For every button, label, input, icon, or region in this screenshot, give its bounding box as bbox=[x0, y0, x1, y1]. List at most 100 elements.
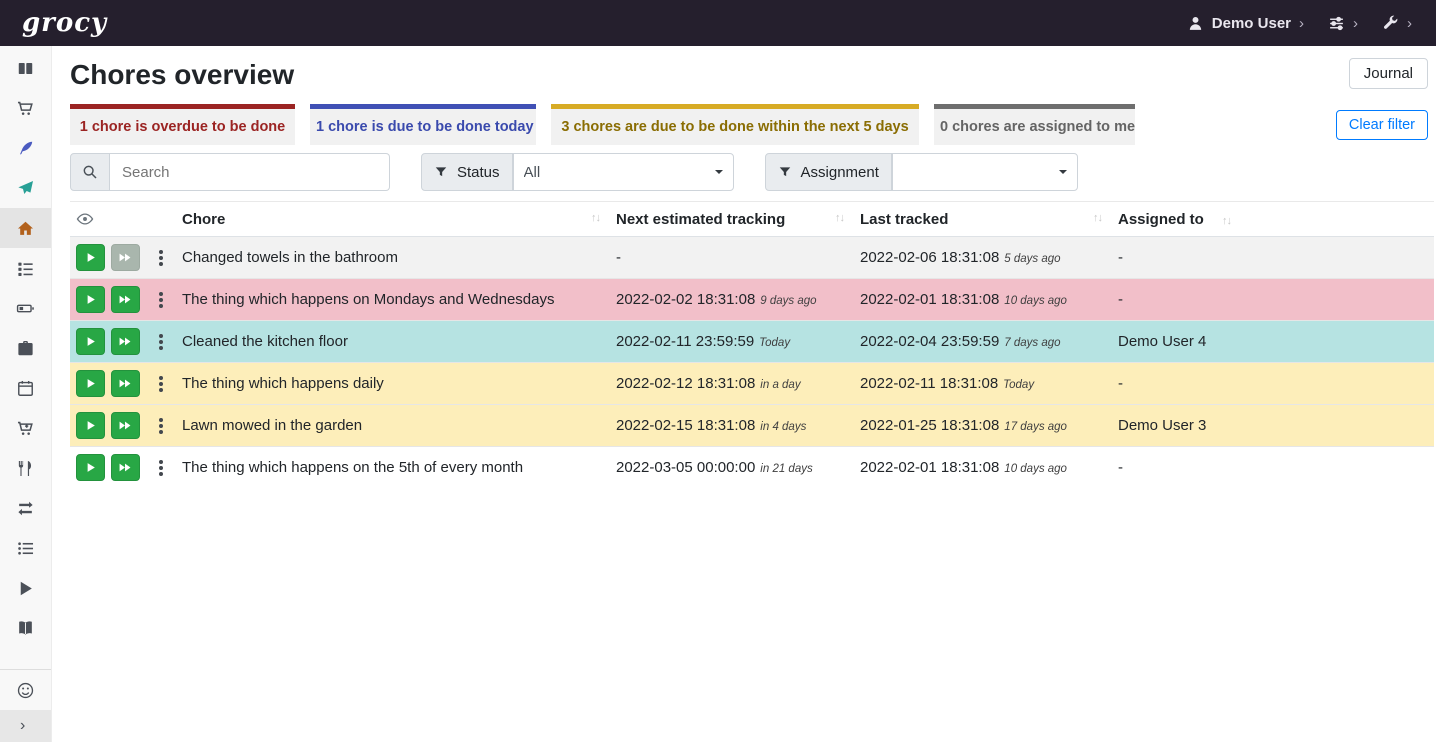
ellipsis-vertical-icon bbox=[159, 298, 163, 302]
track-chore-button[interactable] bbox=[76, 370, 105, 397]
assignment-filter-label: Assignment bbox=[801, 164, 879, 181]
table-row: Cleaned the kitchen floor 2022-02-11 23:… bbox=[70, 321, 1434, 363]
clear-filter-button[interactable]: Clear filter bbox=[1336, 110, 1428, 140]
row-menu-button[interactable] bbox=[153, 412, 170, 439]
summary-card-text: 1 chore is overdue to be done bbox=[80, 119, 285, 135]
track-chore-button[interactable] bbox=[76, 454, 105, 481]
last-tracked-timeago: 5 days ago bbox=[1004, 253, 1060, 265]
sort-icon: ↑↓ bbox=[1093, 212, 1102, 224]
sort-header-next-tracking[interactable]: Next estimated tracking ↑↓ bbox=[610, 202, 854, 237]
row-menu-button[interactable] bbox=[153, 370, 170, 397]
assigned-user: - bbox=[1118, 291, 1123, 308]
sidebar-item-stock-overview[interactable] bbox=[0, 48, 51, 88]
assigned-user: - bbox=[1118, 249, 1123, 266]
status-filter-label: Status bbox=[457, 164, 500, 181]
sidebar-item-transfer[interactable] bbox=[0, 488, 51, 528]
sort-icon: ↑↓ bbox=[835, 212, 844, 224]
next-tracking-timeago: 9 days ago bbox=[760, 295, 816, 307]
summary-card[interactable]: 3 chores are due to be done within the n… bbox=[551, 104, 919, 145]
chevron-right-icon: › bbox=[1353, 15, 1358, 32]
ellipsis-vertical-icon bbox=[159, 466, 163, 470]
summary-card[interactable]: 1 chore is overdue to be done bbox=[70, 104, 295, 145]
table-row: The thing which happens daily 2022-02-12… bbox=[70, 363, 1434, 405]
sidebar-item-chore-tracking[interactable] bbox=[0, 568, 51, 608]
sidebar-item-chores-overview[interactable] bbox=[0, 208, 51, 248]
chore-name: The thing which happens on Mondays and W… bbox=[182, 291, 554, 308]
chore-name: Lawn mowed in the garden bbox=[182, 417, 362, 434]
row-menu-button[interactable] bbox=[153, 454, 170, 481]
sort-header-assigned-to[interactable]: Assigned to ↑↓ bbox=[1112, 202, 1434, 237]
sidebar-item-tasks[interactable] bbox=[0, 248, 51, 288]
next-tracking-datetime: 2022-02-02 18:31:08 bbox=[616, 291, 755, 308]
last-tracked-datetime: 2022-01-25 18:31:08 bbox=[860, 417, 999, 434]
paper-plane-icon bbox=[16, 179, 35, 198]
sidebar-item-purchase[interactable] bbox=[0, 408, 51, 448]
track-chore-button[interactable] bbox=[76, 286, 105, 313]
journal-button[interactable]: Journal bbox=[1349, 58, 1428, 89]
skip-chore-button[interactable] bbox=[111, 244, 140, 271]
next-tracking-timeago: Today bbox=[759, 337, 790, 349]
chores-table: Chore ↑↓ Next estimated tracking ↑↓ Last… bbox=[70, 201, 1434, 488]
table-row: The thing which happens on Mondays and W… bbox=[70, 279, 1434, 321]
sort-icon: ↑↓ bbox=[591, 212, 600, 224]
grocy-logo[interactable]: grocy bbox=[22, 8, 107, 38]
skip-chore-button[interactable] bbox=[111, 412, 140, 439]
last-tracked-timeago: Today bbox=[1003, 379, 1034, 391]
sidebar-item-shopping-list[interactable] bbox=[0, 88, 51, 128]
last-tracked-datetime: 2022-02-11 18:31:08 bbox=[860, 375, 998, 392]
sidebar-item-consume[interactable] bbox=[0, 448, 51, 488]
sort-header-last-tracked[interactable]: Last tracked ↑↓ bbox=[854, 202, 1112, 237]
search-input[interactable] bbox=[110, 153, 390, 191]
filter-funnel-icon bbox=[434, 165, 448, 179]
user-menu[interactable]: Demo User › bbox=[1187, 15, 1304, 32]
sort-header-chore[interactable]: Chore ↑↓ bbox=[176, 202, 610, 237]
assigned-user: - bbox=[1118, 459, 1123, 476]
sidebar-item-calendar[interactable] bbox=[0, 368, 51, 408]
sidebar-item-meal-plan[interactable] bbox=[0, 168, 51, 208]
last-tracked-datetime: 2022-02-04 23:59:59 bbox=[860, 333, 999, 350]
assignment-filter-select[interactable] bbox=[892, 153, 1078, 191]
skip-chore-button[interactable] bbox=[111, 454, 140, 481]
sidebar-item-battery-tracking[interactable] bbox=[0, 608, 51, 648]
sidebar-item-recipes[interactable] bbox=[0, 128, 51, 168]
sidebar-item-batteries-overview[interactable] bbox=[0, 288, 51, 328]
sort-icon: ↑↓ bbox=[1222, 215, 1231, 227]
summary-cards-row: 1 chore is overdue to be done 1 chore is… bbox=[70, 104, 1434, 145]
row-menu-button[interactable] bbox=[153, 286, 170, 313]
chevron-right-icon: › bbox=[1299, 15, 1304, 32]
header-label: Chore bbox=[182, 211, 225, 228]
table-row: The thing which happens on the 5th of ev… bbox=[70, 447, 1434, 489]
last-tracked-timeago: 10 days ago bbox=[1004, 463, 1067, 475]
sidebar-item-equipment[interactable] bbox=[0, 328, 51, 368]
summary-card[interactable]: 0 chores are assigned to me bbox=[934, 104, 1135, 145]
next-tracking-timeago: in 4 days bbox=[760, 421, 806, 433]
column-visibility-eye-icon[interactable] bbox=[76, 210, 170, 228]
page-title: Chores overview bbox=[70, 58, 294, 92]
sidebar-item-feedback[interactable] bbox=[0, 670, 51, 710]
next-tracking-datetime: - bbox=[616, 249, 621, 266]
summary-card-text: 1 chore is due to be done today bbox=[316, 119, 534, 135]
assigned-user: - bbox=[1118, 375, 1123, 392]
skip-chore-button[interactable] bbox=[111, 328, 140, 355]
row-menu-button[interactable] bbox=[153, 328, 170, 355]
next-tracking-datetime: 2022-02-15 18:31:08 bbox=[616, 417, 755, 434]
settings-menu[interactable]: › bbox=[1328, 15, 1358, 32]
chore-name: Cleaned the kitchen floor bbox=[182, 333, 348, 350]
skip-chore-button[interactable] bbox=[111, 286, 140, 313]
next-tracking-timeago: in a day bbox=[760, 379, 800, 391]
sidebar-item-inventory[interactable] bbox=[0, 528, 51, 568]
search-icon bbox=[70, 153, 110, 191]
boxes-icon bbox=[16, 59, 35, 78]
track-chore-button[interactable] bbox=[76, 244, 105, 271]
track-chore-button[interactable] bbox=[76, 328, 105, 355]
track-chore-button[interactable] bbox=[76, 412, 105, 439]
sidebar-expand-toggle[interactable]: › bbox=[0, 710, 51, 742]
summary-card-text: 0 chores are assigned to me bbox=[940, 119, 1135, 135]
summary-card[interactable]: 1 chore is due to be done today bbox=[310, 104, 536, 145]
skip-chore-button[interactable] bbox=[111, 370, 140, 397]
admin-menu[interactable]: › bbox=[1382, 15, 1412, 32]
status-filter-select[interactable]: All bbox=[513, 153, 734, 191]
play-icon bbox=[16, 579, 35, 598]
sliders-icon bbox=[1328, 15, 1345, 32]
row-menu-button[interactable] bbox=[153, 244, 170, 271]
